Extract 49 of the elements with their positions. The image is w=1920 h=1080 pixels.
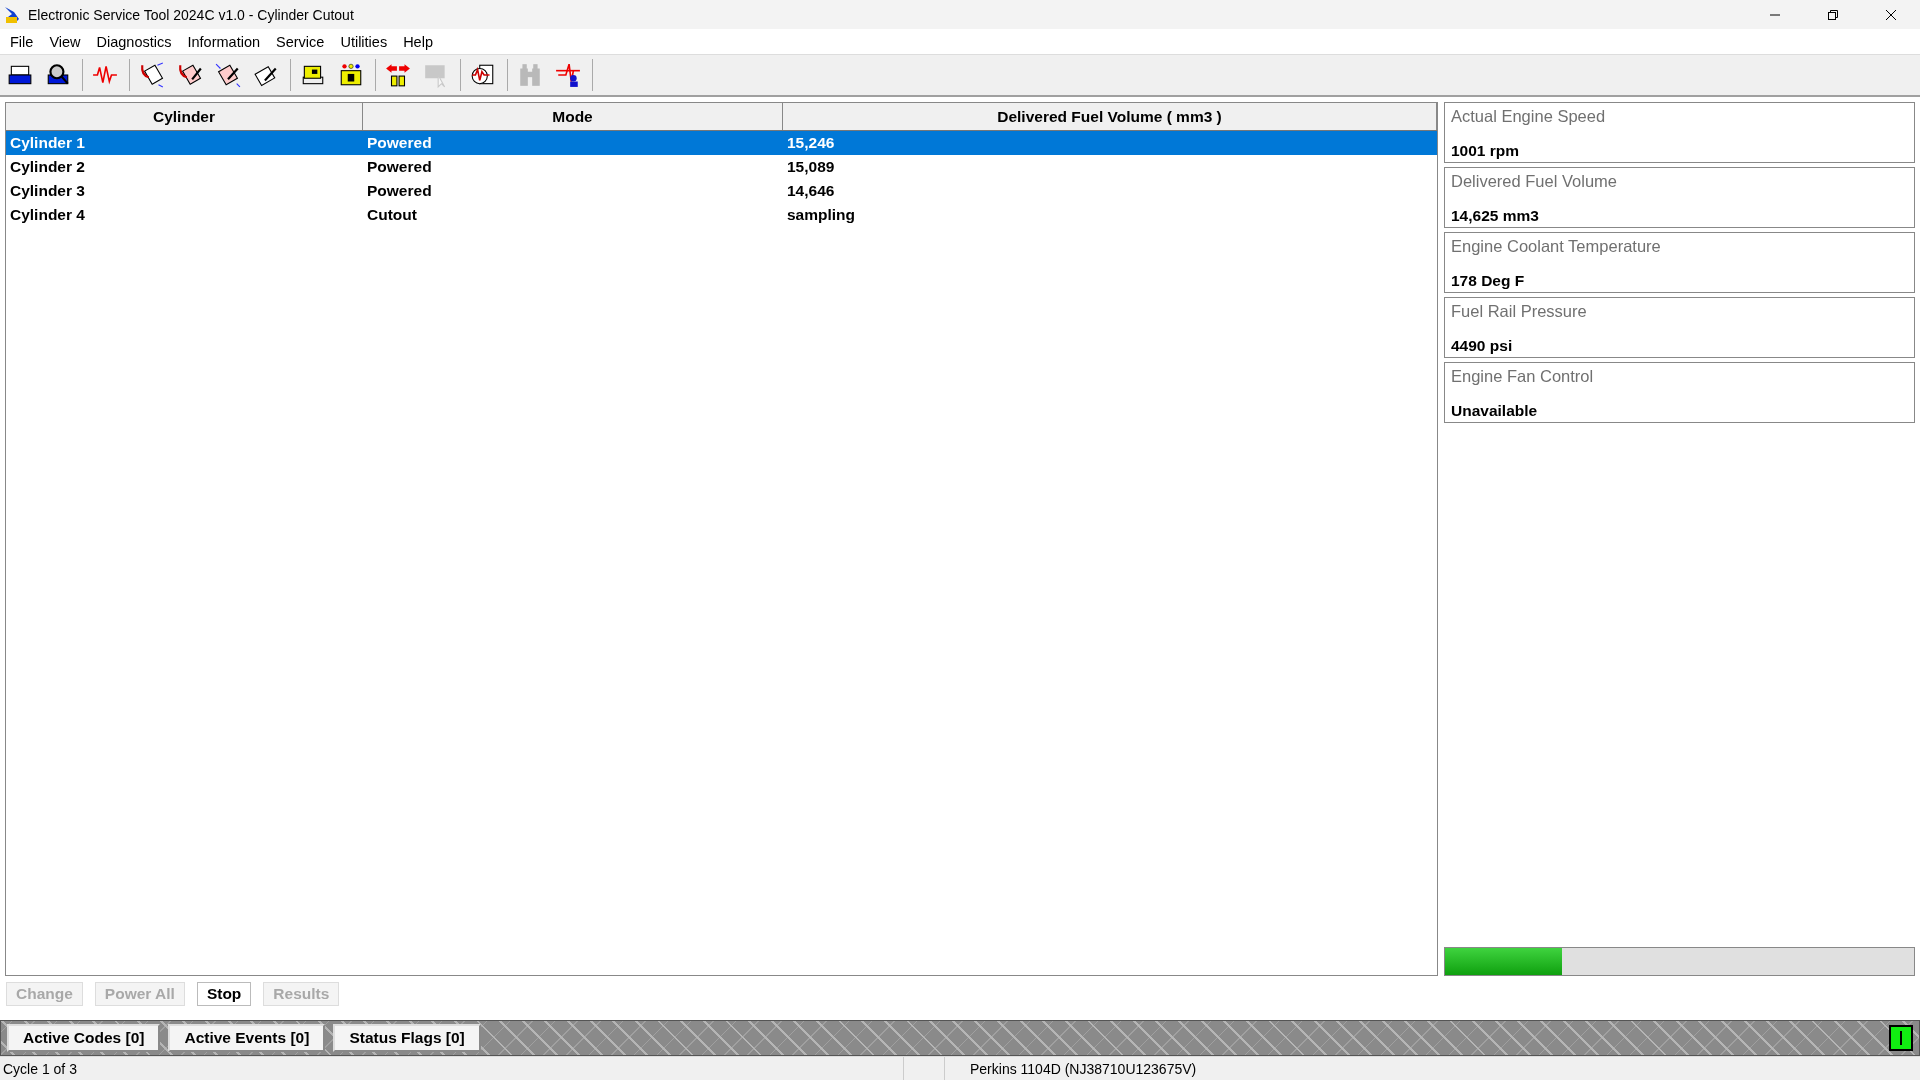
table-cell-text: Cylinder 2 [9,158,86,176]
menu-item[interactable]: Help [395,31,441,52]
table-cell-text: Cutout [366,206,418,224]
menu-item[interactable]: Information [179,31,269,52]
table-row[interactable]: Cylinder 1 Powered 15,246 [6,131,1437,155]
connection-indicator-icon [1889,1025,1913,1051]
table-cell-text: 15,246 [786,134,836,152]
parameter-label: Delivered Fuel Volume [1451,172,1618,191]
menu-item[interactable]: Utilities [332,31,396,52]
parameter-value: 14,625 mm3 [1451,207,1540,225]
stethoscope-document-icon[interactable] [138,61,166,89]
table-cell-text: Powered [366,182,433,200]
table-cell-text: Cylinder 3 [9,182,86,200]
restore-icon [1827,8,1839,21]
parameter-label: Fuel Rail Pressure [1451,302,1588,321]
status-tab[interactable]: Active Events [0] [168,1024,326,1052]
column-header[interactable]: Delivered Fuel Volume ( mm3 ) [783,103,1437,130]
menu-item[interactable]: View [41,31,89,52]
table-row[interactable]: Cylinder 2 Powered 15,089 [6,155,1437,179]
parameter-label: Engine Coolant Temperature [1451,237,1662,256]
table-cell-text: Powered [366,158,433,176]
parameter-label: Actual Engine Speed [1451,107,1607,126]
table-cell-text: Cylinder 1 [9,134,86,152]
graph-person-icon[interactable] [554,61,582,89]
table-row[interactable]: Cylinder 3 Powered 14,646 [6,179,1437,203]
table-cell-text: Powered [366,134,433,152]
table-cell-text: 15,089 [786,158,836,176]
table-cell-text: sampling [786,206,857,224]
swap-arrows-icon[interactable] [384,61,412,89]
parameter-value: Unavailable [1451,402,1539,420]
status-text: Cycle 1 of 3 [2,1060,78,1077]
column-header[interactable]: Cylinder [6,103,363,130]
column-header[interactable]: Mode [363,103,783,130]
status-tab[interactable]: Active Codes [0] [7,1024,161,1052]
menu-item[interactable]: Service [268,31,333,52]
status-tab[interactable]: Status Flags [0] [333,1024,481,1052]
parameter-value: 178 Deg F [1451,272,1526,290]
parameter-label: Engine Fan Control [1451,367,1595,386]
table-cell-text: Cylinder 4 [9,206,86,224]
table-cell-text: 14,646 [786,182,836,200]
menu-item[interactable]: File [2,31,42,52]
window-title: Electronic Service Tool 2024C v1.0 - Cylinder Cutout [28,6,354,23]
menu-item[interactable]: Diagnostics [88,31,180,52]
parameter-value: 4490 psi [1451,337,1514,355]
action-button[interactable]: Stop [196,982,252,1006]
close-icon [1885,8,1897,21]
table-row[interactable]: Cylinder 4 Cutout sampling [6,203,1437,227]
status-text: Perkins 1104D (NJ38710U123675V) [944,1057,1197,1080]
parameter-value: 1001 rpm [1451,142,1521,160]
